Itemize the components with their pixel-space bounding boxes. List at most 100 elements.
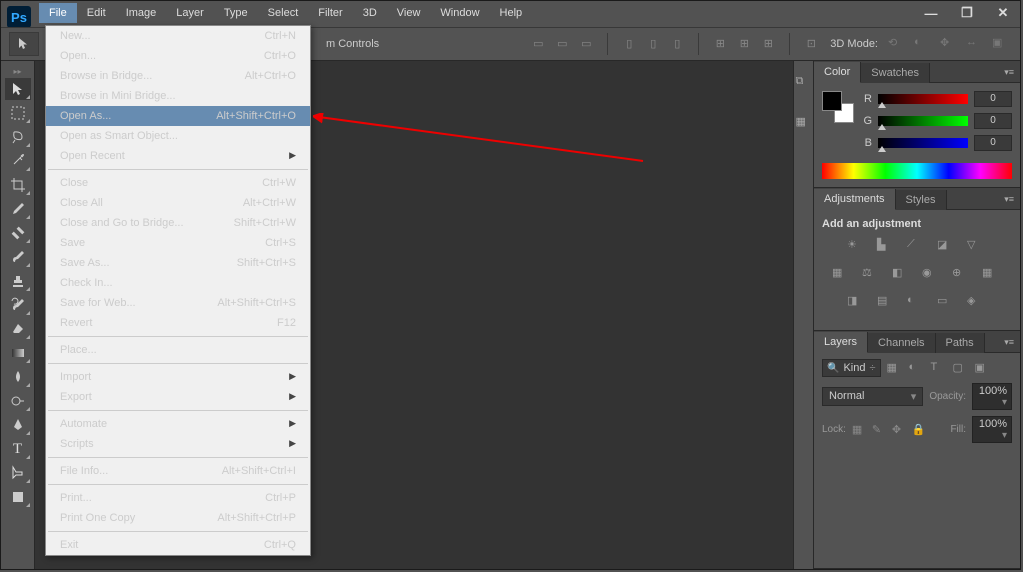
current-tool-icon[interactable] [9,32,39,56]
menu-item-scripts[interactable]: Scripts▶ [46,434,310,454]
exposure-icon[interactable]: ◪ [937,238,957,256]
b-slider[interactable] [878,138,968,148]
menu-window[interactable]: Window [430,3,489,23]
pan-icon[interactable]: ✥ [940,36,956,52]
gradient-tool[interactable] [5,342,31,364]
dodge-tool[interactable] [5,390,31,412]
menu-layer[interactable]: Layer [166,3,214,23]
lock-transparent-icon[interactable]: ▦ [852,423,866,437]
b-value[interactable]: 0 [974,135,1012,151]
history-panel-icon[interactable]: ⧉ [796,75,812,91]
invert-icon[interactable]: ◨ [847,294,867,312]
eraser-tool[interactable] [5,318,31,340]
align-top-icon[interactable]: ▭ [527,33,549,53]
minimize-button[interactable]: — [920,5,942,21]
menu-item-revert[interactable]: RevertF12 [46,313,310,333]
posterize-icon[interactable]: ▤ [877,294,897,312]
g-value[interactable]: 0 [974,113,1012,129]
lock-position-icon[interactable]: ✥ [892,423,906,437]
blend-mode-select[interactable]: Normal ▾ [822,387,923,406]
menu-3d[interactable]: 3D [353,3,387,23]
align-vcenter-icon[interactable]: ▭ [551,33,573,53]
filter-type-icon[interactable]: T [931,361,947,375]
menu-item-open[interactable]: Open...Ctrl+O [46,46,310,66]
menu-item-close-all[interactable]: Close AllAlt+Ctrl+W [46,193,310,213]
menu-item-exit[interactable]: ExitCtrl+Q [46,535,310,555]
levels-icon[interactable]: ▙ [877,238,897,256]
menu-item-save-for-web[interactable]: Save for Web...Alt+Shift+Ctrl+S [46,293,310,313]
selective-icon[interactable]: ◈ [967,294,987,312]
menu-filter[interactable]: Filter [308,3,352,23]
close-button[interactable]: ✕ [992,5,1014,21]
fill-value[interactable]: 100% ▾ [972,416,1012,443]
menu-type[interactable]: Type [214,3,258,23]
gradient-map-icon[interactable]: ▭ [937,294,957,312]
menu-item-browse-in-mini-bridge[interactable]: Browse in Mini Bridge... [46,86,310,106]
menu-item-print-one-copy[interactable]: Print One CopyAlt+Shift+Ctrl+P [46,508,310,528]
healing-tool[interactable] [5,222,31,244]
align-right-icon[interactable]: ▯ [666,33,688,53]
tab-adjustments[interactable]: Adjustments [814,189,896,210]
menu-select[interactable]: Select [258,3,309,23]
distribute-icon[interactable]: ⊞ [709,33,731,53]
move-tool[interactable] [5,78,31,100]
menu-image[interactable]: Image [116,3,167,23]
shape-tool[interactable] [5,486,31,508]
foreground-background-swatch[interactable] [822,91,854,123]
panel-menu-icon[interactable]: ▾≡ [998,190,1020,209]
align-hcenter-icon[interactable]: ▯ [642,33,664,53]
bw-icon[interactable]: ◧ [892,266,912,284]
lasso-tool[interactable] [5,126,31,148]
brightness-icon[interactable]: ☀ [847,238,867,256]
orbit-icon[interactable]: ⟲ [888,36,904,52]
menu-item-close[interactable]: CloseCtrl+W [46,173,310,193]
menu-file[interactable]: File [39,3,77,23]
menu-item-browse-in-bridge[interactable]: Browse in Bridge...Alt+Ctrl+O [46,66,310,86]
filter-pixel-icon[interactable]: ▦ [887,361,903,375]
auto-align-icon[interactable]: ⊡ [800,33,822,53]
blur-tool[interactable] [5,366,31,388]
opacity-value[interactable]: 100% ▾ [972,383,1012,410]
color-spectrum[interactable] [822,163,1012,179]
mixer-icon[interactable]: ⊕ [952,266,972,284]
type-tool[interactable]: T [5,438,31,460]
crop-tool[interactable] [5,174,31,196]
path-tool[interactable] [5,462,31,484]
panel-menu-icon[interactable]: ▾≡ [998,333,1020,352]
tab-channels[interactable]: Channels [868,333,935,353]
layer-filter-kind[interactable]: 🔍Kind÷ [822,359,881,377]
hue-icon[interactable]: ▦ [832,266,852,284]
toolbar-grip[interactable]: ▸▸ [13,67,21,76]
slide-icon[interactable]: ↔ [966,36,982,52]
lock-all-icon[interactable]: 🔒 [912,423,926,437]
align-left-icon[interactable]: ▯ [618,33,640,53]
r-slider[interactable] [878,94,968,104]
menu-item-save-as[interactable]: Save As...Shift+Ctrl+S [46,253,310,273]
menu-view[interactable]: View [387,3,431,23]
threshold-icon[interactable]: ◐ [907,294,927,312]
tab-color[interactable]: Color [814,62,861,83]
photo-filter-icon[interactable]: ◉ [922,266,942,284]
roll-icon[interactable]: ◐ [914,36,930,52]
menu-item-save[interactable]: SaveCtrl+S [46,233,310,253]
menu-item-open-as[interactable]: Open As...Alt+Shift+Ctrl+O [46,106,310,126]
menu-item-check-in[interactable]: Check In... [46,273,310,293]
camera-icon[interactable]: ▣ [992,36,1008,52]
wand-tool[interactable] [5,150,31,172]
menu-item-import[interactable]: Import▶ [46,367,310,387]
tab-styles[interactable]: Styles [896,190,947,210]
balance-icon[interactable]: ⚖ [862,266,882,284]
maximize-button[interactable]: ❐ [956,5,978,21]
menu-item-place[interactable]: Place... [46,340,310,360]
tab-layers[interactable]: Layers [814,332,868,353]
brush-tool[interactable] [5,246,31,268]
r-value[interactable]: 0 [974,91,1012,107]
history-brush-tool[interactable] [5,294,31,316]
pen-tool[interactable] [5,414,31,436]
vibrance-icon[interactable]: ▽ [967,238,987,256]
distribute-icon[interactable]: ⊞ [733,33,755,53]
menu-item-new[interactable]: New...Ctrl+N [46,26,310,46]
menu-item-open-as-smart-object[interactable]: Open as Smart Object... [46,126,310,146]
menu-help[interactable]: Help [490,3,533,23]
menu-item-export[interactable]: Export▶ [46,387,310,407]
